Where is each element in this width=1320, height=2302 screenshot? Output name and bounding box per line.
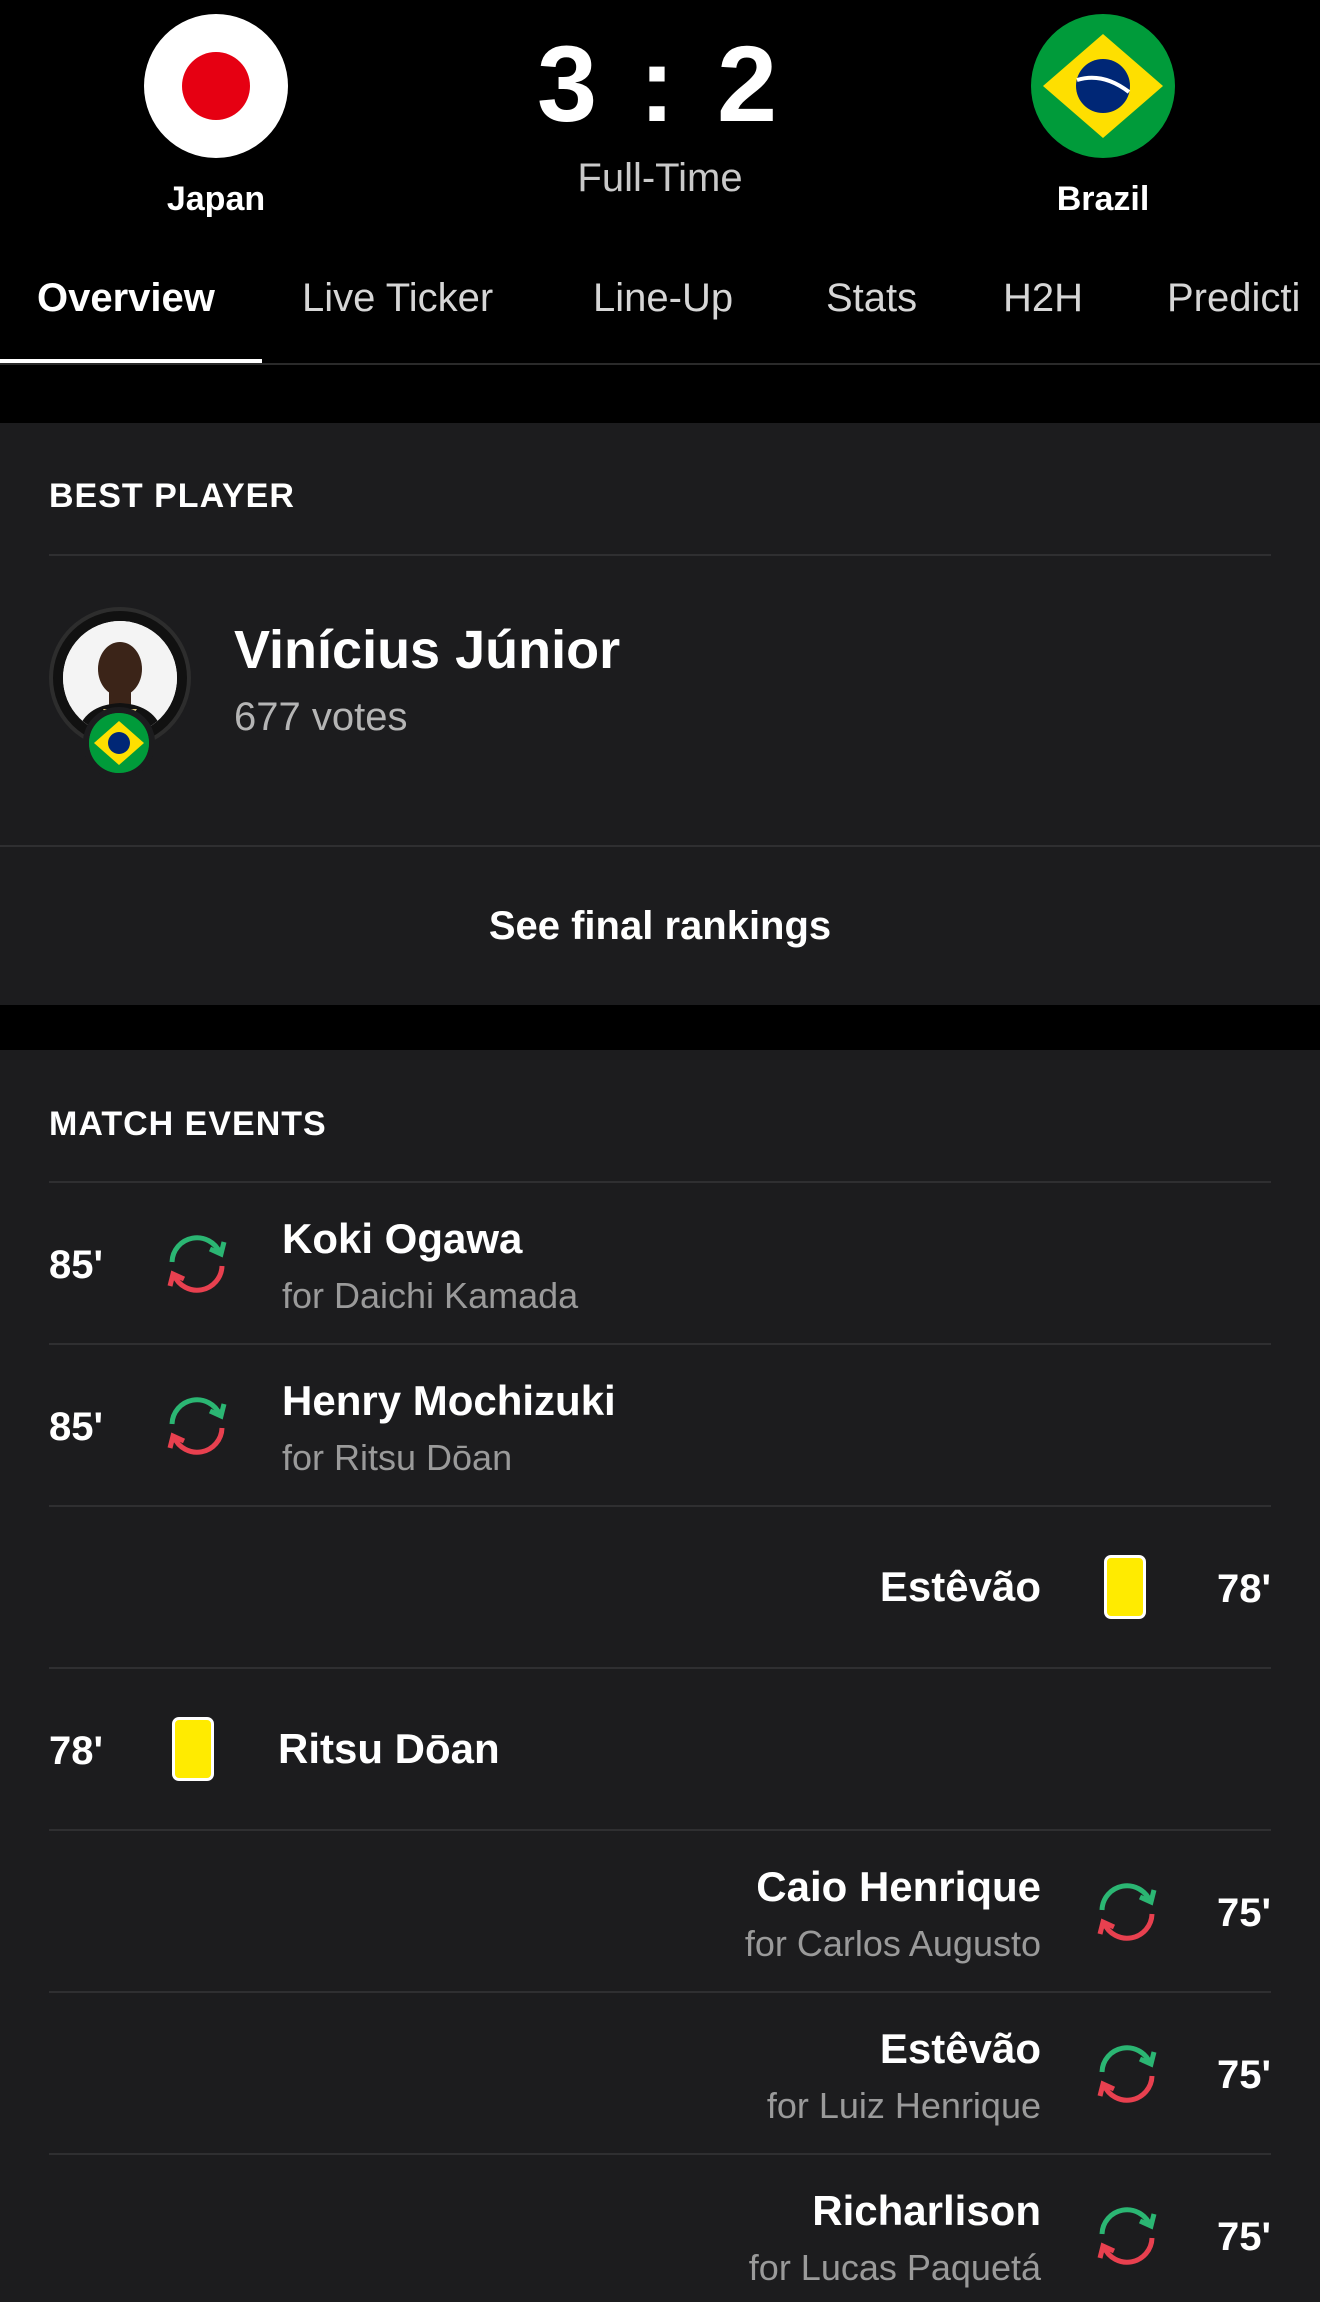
event-row[interactable]: 85' Koki Ogawa for Daichi Kamada — [0, 1183, 1320, 1345]
substitution-icon — [1097, 2207, 1157, 2265]
substitution-icon — [1097, 1883, 1157, 1941]
tab-stats[interactable]: Stats — [826, 276, 917, 321]
home-team-name: Japan — [166, 180, 266, 218]
substitution-icon — [1097, 2045, 1157, 2103]
tab-overview[interactable]: Overview — [37, 276, 215, 321]
match-status: Full-Time — [577, 156, 743, 200]
event-player: Caio Henrique — [756, 1863, 1041, 1910]
best-player-votes: 677 votes — [234, 695, 408, 739]
home-team[interactable]: Japan — [116, 14, 316, 219]
event-minute: 75' — [1216, 2215, 1271, 2259]
event-row[interactable]: Estêvão for Luiz Henrique 75' — [0, 1993, 1320, 2155]
substitution-icon — [167, 1235, 227, 1293]
yellow-card-icon — [172, 1717, 214, 1781]
event-minute: 85' — [49, 1243, 104, 1287]
see-final-rankings-button[interactable]: See final rankings — [0, 847, 1320, 1005]
scoreboard: 3 : 2 Full-Time — [460, 30, 860, 201]
event-player: Henry Mochizuki — [282, 1377, 616, 1424]
event-player: Richarlison — [812, 2187, 1041, 2234]
event-minute: 85' — [49, 1405, 104, 1449]
divider — [49, 554, 1271, 556]
event-minute: 75' — [1216, 1891, 1271, 1935]
event-row[interactable]: Richarlison for Lucas Paquetá 75' — [0, 2155, 1320, 2302]
brazil-flag-icon — [83, 707, 155, 779]
event-player: Ritsu Dōan — [278, 1725, 500, 1772]
event-minute: 75' — [1216, 2053, 1271, 2097]
brazil-flag-icon — [1031, 14, 1175, 158]
match-page: Japan 3 : 2 Full-Time Brazil Overview Li… — [0, 0, 1320, 2302]
tab-h2h[interactable]: H2H — [1003, 276, 1083, 321]
away-team-name: Brazil — [1056, 180, 1150, 218]
tab-bar: Overview Live Ticker Line-Up Stats H2H P… — [0, 250, 1320, 365]
best-player-name[interactable]: Vinícius Júnior — [234, 619, 620, 681]
match-events-title: MATCH EVENTS — [49, 1105, 327, 1143]
event-player: Estêvão — [879, 2025, 1041, 2072]
event-detail: for Daichi Kamada — [282, 1275, 579, 1316]
event-detail: for Ritsu Dōan — [282, 1437, 513, 1478]
event-detail: for Luiz Henrique — [766, 2085, 1041, 2126]
substitution-icon — [167, 1397, 227, 1455]
event-detail: for Lucas Paquetá — [748, 2247, 1041, 2288]
event-row[interactable]: Estêvão 78' — [0, 1507, 1320, 1669]
event-minute: 78' — [1216, 1567, 1271, 1611]
event-row[interactable]: 85' Henry Mochizuki for Ritsu Dōan — [0, 1345, 1320, 1507]
event-detail: for Carlos Augusto — [744, 1923, 1041, 1964]
event-row[interactable]: Caio Henrique for Carlos Augusto 75' — [0, 1831, 1320, 1993]
active-tab-indicator — [0, 359, 262, 363]
event-player: Estêvão — [879, 1563, 1041, 1610]
japan-flag-icon — [144, 14, 288, 158]
tab-live-ticker[interactable]: Live Ticker — [302, 276, 493, 321]
event-player: Koki Ogawa — [282, 1215, 523, 1262]
match-header: Japan 3 : 2 Full-Time Brazil — [0, 0, 1320, 250]
best-player-card: BEST PLAYER Vinícius Júnior 677 votes Se… — [0, 423, 1320, 1005]
event-row[interactable]: 78' Ritsu Dōan — [0, 1669, 1320, 1831]
match-events-card: MATCH EVENTS 85' Koki Ogawa for Daichi K… — [0, 1050, 1320, 2302]
yellow-card-icon — [1104, 1555, 1146, 1619]
tab-line-up[interactable]: Line-Up — [593, 276, 733, 321]
event-minute: 78' — [49, 1729, 104, 1773]
best-player-title: BEST PLAYER — [49, 477, 295, 515]
tab-prediction[interactable]: Predicti — [1167, 276, 1300, 321]
score: 3 : 2 — [536, 23, 784, 144]
away-team[interactable]: Brazil — [1003, 14, 1203, 219]
